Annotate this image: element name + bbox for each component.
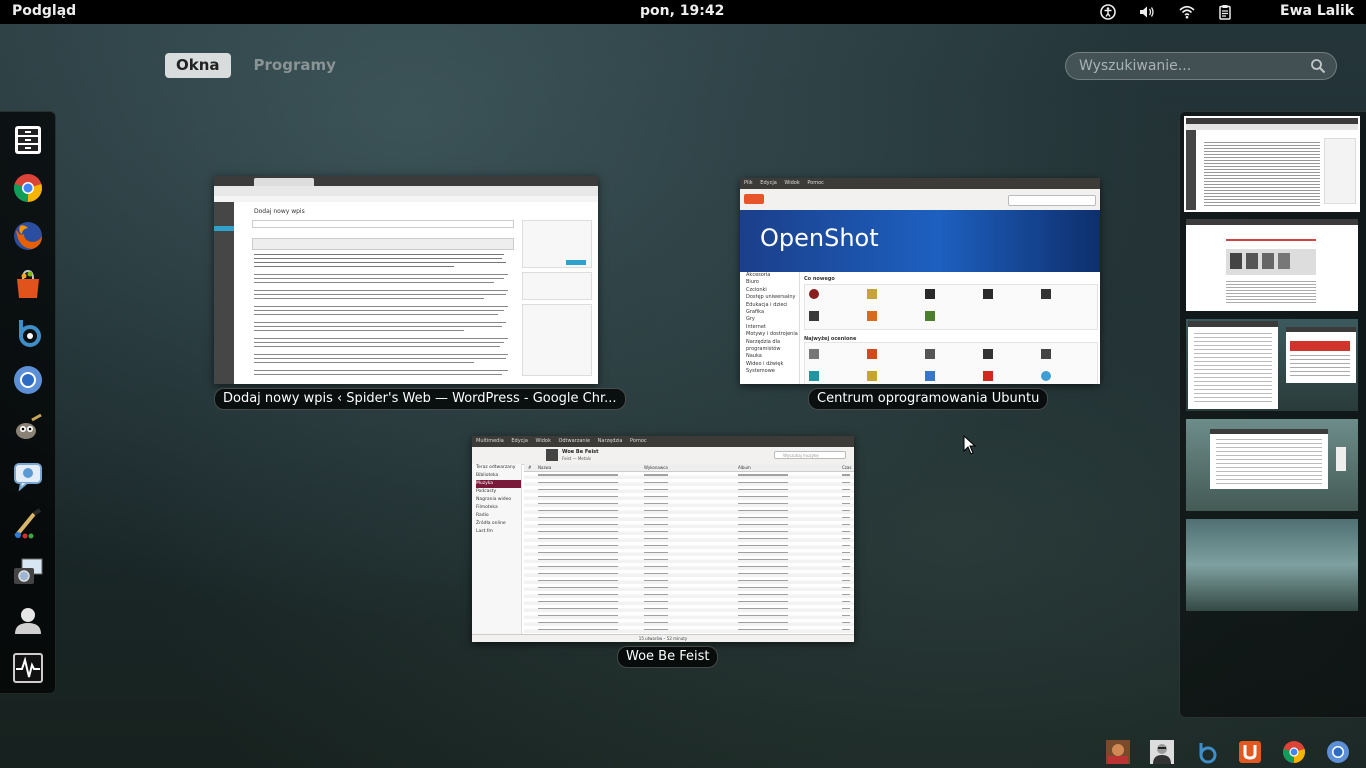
workspace-5[interactable] <box>1186 519 1358 611</box>
volume-icon[interactable] <box>1139 4 1155 20</box>
menu-item: Pomoc <box>630 438 647 444</box>
chrome-icon[interactable] <box>1282 740 1306 764</box>
now-playing-artist: Feist — Metals <box>562 456 591 461</box>
dash <box>0 111 56 694</box>
category-item[interactable]: Biuro <box>746 279 799 286</box>
menu-item: Widok <box>535 438 551 444</box>
music-search-input[interactable]: Wyszukaj muzykę <box>774 451 846 459</box>
menu-item: Narzędzia <box>597 438 623 444</box>
sidebar-item[interactable]: Filmoteka <box>476 504 521 512</box>
category-item[interactable]: Akcesoria <box>746 272 799 279</box>
menu-item: Edycja <box>511 438 528 444</box>
avatar-2-icon[interactable] <box>1150 740 1174 764</box>
window-caption-software-center[interactable]: Centrum oprogramowania Ubuntu <box>808 388 1049 410</box>
menu-item: Pomoc <box>807 180 824 186</box>
category-item[interactable]: Gry <box>746 316 799 323</box>
software-center-icon[interactable] <box>8 264 48 304</box>
category-item[interactable]: Edukacja i dzieci <box>746 302 799 309</box>
menu-item: Edycja <box>760 180 777 186</box>
window-thumbnail-music-player[interactable]: Multimedia Edycja Widok Odtwarzanie Narz… <box>472 436 854 642</box>
clipboard-icon[interactable] <box>1217 4 1233 20</box>
chat-icon[interactable] <box>8 456 48 496</box>
column-header[interactable]: Nazwa <box>538 464 551 471</box>
photos-icon[interactable] <box>8 552 48 592</box>
menu-item: Odtwarzanie <box>558 438 591 444</box>
workspace-1[interactable] <box>1184 116 1360 212</box>
window-caption-music-player[interactable]: Woe Be Feist <box>617 646 719 668</box>
menu-item: Multimedia <box>476 438 504 444</box>
wp-heading: Dodaj nowy wpis <box>254 208 305 215</box>
search-input[interactable] <box>1066 57 1311 75</box>
tab-applications[interactable]: Programy <box>243 53 347 78</box>
firefox-icon[interactable] <box>8 216 48 256</box>
user-icon[interactable] <box>8 600 48 640</box>
search-icon <box>1311 59 1326 74</box>
top-bar: Podgląd pon, 19:42 Ewa Lalik <box>0 0 1366 24</box>
sidebar-item[interactable]: Nagrania wideo <box>476 496 521 504</box>
activities-button[interactable]: Podgląd <box>12 3 76 19</box>
window-thumbnail-browser[interactable]: Dodaj nowy wpis <box>214 176 598 384</box>
section-new: Co nowego <box>804 276 835 282</box>
banshee-icon[interactable] <box>1194 740 1218 764</box>
column-header[interactable]: # <box>528 464 531 471</box>
ubuntu-one-icon[interactable] <box>1238 740 1262 764</box>
workspace-3[interactable] <box>1186 319 1358 411</box>
chromium-icon[interactable] <box>8 360 48 400</box>
window-caption-browser[interactable]: Dodaj nowy wpis ‹ Spider's Web — WordPre… <box>214 388 626 410</box>
banner-title: OpenShot <box>760 224 879 252</box>
category-item[interactable]: Grafika <box>746 309 799 316</box>
workspace-4[interactable] <box>1186 419 1358 511</box>
accessibility-icon[interactable] <box>1100 4 1116 20</box>
search-box <box>1065 52 1337 80</box>
menu-item: Plik <box>744 180 753 186</box>
mouse-cursor-icon <box>963 435 977 455</box>
category-item[interactable]: Internet <box>746 324 799 331</box>
view-switcher: Okna Programy <box>165 53 347 78</box>
sidebar-item[interactable]: Źródła online <box>476 520 521 528</box>
banshee-icon[interactable] <box>8 312 48 352</box>
chromium-icon[interactable] <box>1326 740 1350 764</box>
chrome-icon[interactable] <box>8 168 48 208</box>
music-status-bar: 15 utworów – 52 minuty <box>472 634 854 642</box>
system-monitor-icon[interactable] <box>8 648 48 688</box>
tab-windows[interactable]: Okna <box>165 53 231 78</box>
category-item[interactable]: Narzędzia dla programistów <box>746 339 799 354</box>
category-item[interactable]: Motywy i dostrojenia <box>746 331 799 338</box>
menu-item: Widok <box>784 180 800 186</box>
sidebar-item[interactable]: Radio <box>476 512 521 520</box>
sidebar-item[interactable]: Biblioteka <box>476 472 521 480</box>
avatar-1-icon[interactable] <box>1106 740 1130 764</box>
user-menu[interactable]: Ewa Lalik <box>1280 3 1354 19</box>
workspace-2[interactable] <box>1186 219 1358 311</box>
network-icon[interactable] <box>1179 4 1195 20</box>
category-item[interactable]: Systemowe <box>746 368 799 375</box>
files-icon[interactable] <box>8 120 48 160</box>
category-item[interactable]: Nauka <box>746 353 799 360</box>
column-header[interactable]: Album <box>738 464 751 471</box>
sidebar-item[interactable]: Last.fm <box>476 528 521 536</box>
column-header[interactable]: Czas <box>842 464 851 471</box>
sidebar-item[interactable]: Teraz odtwarzany <box>476 464 521 472</box>
sidebar-item[interactable]: Podcasty <box>476 488 521 496</box>
sidebar-item[interactable]: Muzyka <box>476 480 521 488</box>
category-item[interactable]: Wideo i dźwięk <box>746 361 799 368</box>
window-thumbnail-software-center[interactable]: Plik Edycja Widok Pomoc OpenShot Akcesor… <box>740 178 1100 384</box>
now-playing-title: Woe Be Feist <box>562 449 599 455</box>
clock[interactable]: pon, 19:42 <box>640 3 724 19</box>
gimp-icon[interactable] <box>8 408 48 448</box>
column-header[interactable]: Wykonawca <box>644 464 668 471</box>
paint-icon[interactable] <box>8 504 48 544</box>
category-item[interactable]: Czcionki <box>746 287 799 294</box>
category-item[interactable]: Dostęp uniwersalny <box>746 294 799 301</box>
